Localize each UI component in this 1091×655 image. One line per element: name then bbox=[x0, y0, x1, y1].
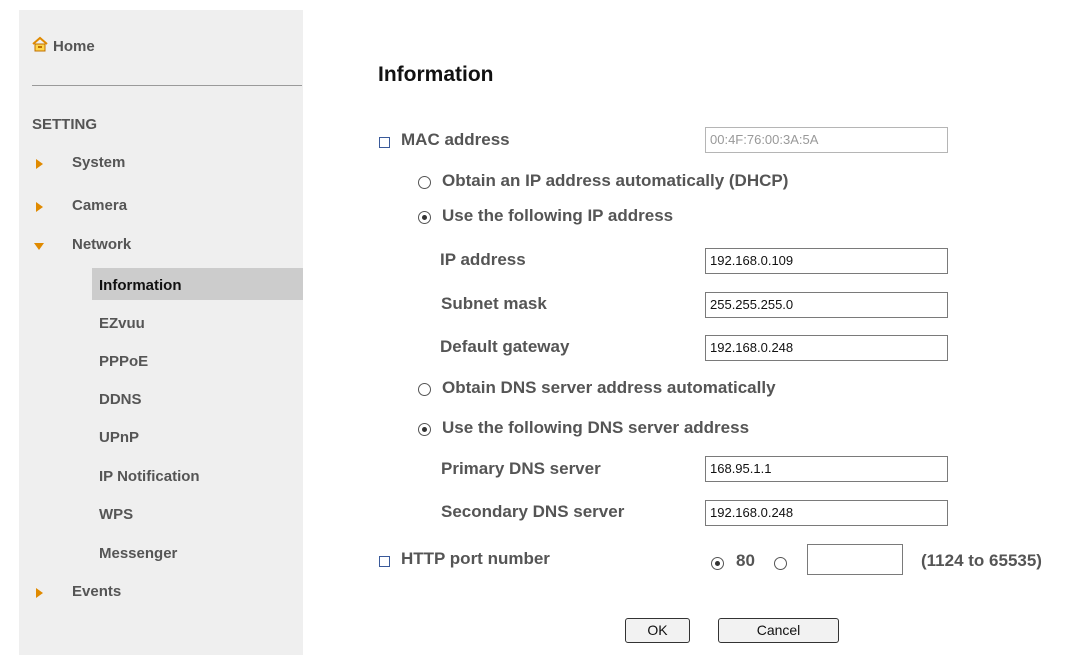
ip-address-field[interactable]: 192.168.0.109 bbox=[705, 248, 948, 274]
dns-manual-radio[interactable] bbox=[418, 423, 431, 436]
divider bbox=[32, 85, 302, 86]
primary-dns-label: Primary DNS server bbox=[441, 459, 601, 478]
home-icon bbox=[32, 36, 48, 52]
sidebar-item-label: Events bbox=[72, 583, 122, 600]
http-port-default-label: 80 bbox=[736, 551, 755, 570]
sidebar-subitem-label: Information bbox=[99, 277, 182, 294]
sidebar-subitem-messenger[interactable]: Messenger bbox=[92, 536, 303, 568]
sidebar: Home SETTING System Camera Network Infor… bbox=[19, 10, 303, 655]
cancel-button[interactable]: Cancel bbox=[718, 618, 839, 643]
section-bullet-icon bbox=[379, 137, 390, 148]
static-ip-radio[interactable] bbox=[418, 211, 431, 224]
secondary-dns-label: Secondary DNS server bbox=[441, 502, 625, 521]
dns-auto-radio[interactable] bbox=[418, 383, 431, 396]
sidebar-subitem-label: EZvuu bbox=[99, 315, 145, 332]
dhcp-label: Obtain an IP address automatically (DHCP… bbox=[442, 171, 789, 190]
default-gateway-field[interactable]: 192.168.0.248 bbox=[705, 335, 948, 361]
sidebar-item-network[interactable]: Network bbox=[19, 236, 303, 256]
setting-heading: SETTING bbox=[32, 116, 98, 133]
ip-address-label: IP address bbox=[440, 250, 526, 269]
sidebar-item-label: System bbox=[72, 154, 126, 171]
ok-button[interactable]: OK bbox=[625, 618, 690, 643]
sidebar-item-label: Camera bbox=[72, 197, 128, 214]
sidebar-subitem-pppoe[interactable]: PPPoE bbox=[92, 344, 303, 376]
primary-dns-field[interactable]: 168.95.1.1 bbox=[705, 456, 948, 482]
chevron-right-icon bbox=[36, 588, 43, 598]
http-port-custom-field[interactable] bbox=[807, 544, 903, 575]
page-title: Information bbox=[378, 63, 494, 86]
chevron-right-icon bbox=[36, 159, 43, 169]
subnet-mask-field[interactable]: 255.255.255.0 bbox=[705, 292, 948, 318]
static-ip-label: Use the following IP address bbox=[442, 206, 674, 225]
secondary-dns-field[interactable]: 192.168.0.248 bbox=[705, 500, 948, 526]
sidebar-subitem-ddns[interactable]: DDNS bbox=[92, 382, 303, 414]
sidebar-subitem-upnp[interactable]: UPnP bbox=[92, 420, 303, 452]
dns-manual-label: Use the following DNS server address bbox=[442, 418, 750, 437]
sidebar-subitem-label: WPS bbox=[99, 506, 134, 523]
default-gateway-label: Default gateway bbox=[440, 337, 570, 356]
dns-auto-label: Obtain DNS server address automatically bbox=[442, 378, 776, 397]
section-bullet-icon bbox=[379, 556, 390, 567]
http-port-label: HTTP port number bbox=[401, 549, 550, 568]
home-label: Home bbox=[53, 38, 95, 55]
sidebar-subitem-label: Messenger bbox=[99, 545, 178, 562]
dhcp-radio[interactable] bbox=[418, 176, 431, 189]
chevron-down-icon bbox=[34, 243, 44, 250]
subnet-mask-label: Subnet mask bbox=[441, 294, 547, 313]
sidebar-subitem-label: UPnP bbox=[99, 429, 140, 446]
sidebar-subitem-ip-notification[interactable]: IP Notification bbox=[92, 459, 303, 491]
http-port-range-hint: (1124 to 65535) bbox=[921, 551, 1042, 570]
mac-address-field: 00:4F:76:00:3A:5A bbox=[705, 127, 948, 153]
sidebar-subitem-information[interactable]: Information bbox=[92, 268, 303, 300]
sidebar-item-camera[interactable]: Camera bbox=[19, 197, 303, 217]
sidebar-subitem-wps[interactable]: WPS bbox=[92, 497, 303, 529]
http-port-default-radio[interactable] bbox=[711, 557, 724, 570]
chevron-right-icon bbox=[36, 202, 43, 212]
sidebar-subitem-label: PPPoE bbox=[99, 353, 149, 370]
sidebar-subitem-ezvuu[interactable]: EZvuu bbox=[92, 306, 303, 338]
mac-label: MAC address bbox=[401, 130, 510, 149]
http-port-custom-radio[interactable] bbox=[774, 557, 787, 570]
sidebar-item-system[interactable]: System bbox=[19, 154, 303, 174]
sidebar-subitem-label: IP Notification bbox=[99, 468, 200, 485]
sidebar-subitem-label: DDNS bbox=[99, 391, 142, 408]
sidebar-item-label: Network bbox=[72, 236, 132, 253]
sidebar-item-events[interactable]: Events bbox=[19, 583, 303, 603]
